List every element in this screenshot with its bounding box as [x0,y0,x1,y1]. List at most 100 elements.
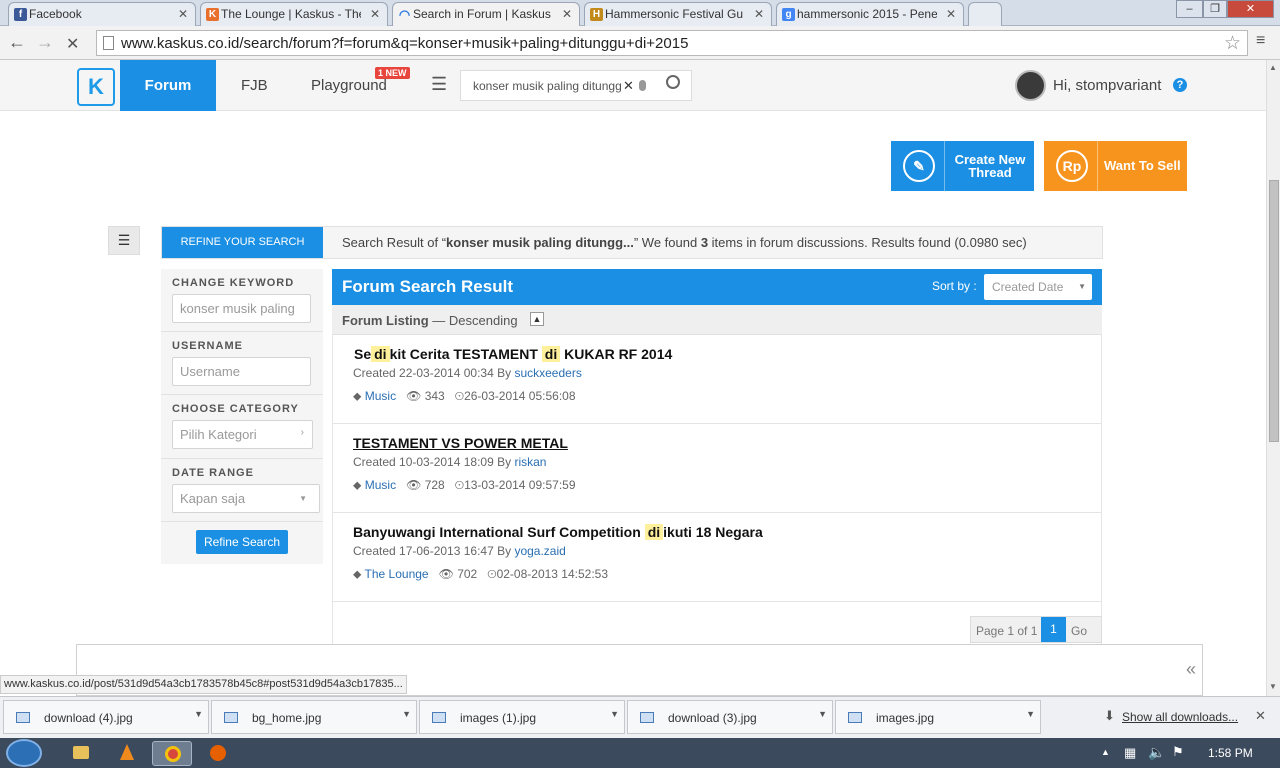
download-item[interactable]: bg_home.jpg ▼ [211,700,417,734]
author-link[interactable]: riskan [514,455,546,469]
new-tab-button[interactable] [968,2,1002,26]
show-all-downloads-link[interactable]: Show all downloads... [1122,710,1238,724]
chevron-down-icon[interactable]: ▼ [194,709,203,719]
bookmark-star-icon[interactable]: ☆ [1224,32,1241,55]
download-item[interactable]: download (4).jpg ▼ [3,700,209,734]
browser-tab-lounge[interactable]: K The Lounge | Kaskus - The ✕ [200,2,388,26]
refine-search-tab[interactable]: REFINE YOUR SEARCH [162,227,323,258]
clear-icon[interactable]: ✕ [623,78,634,94]
address-bar[interactable]: www.kaskus.co.id/search/forum?f=forum&q=… [96,30,1248,56]
download-item[interactable]: download (3).jpg ▼ [627,700,833,734]
collapse-icon[interactable]: « [1186,659,1196,680]
nav-forum[interactable]: Forum [120,60,216,111]
window-close-button[interactable]: ✕ [1227,0,1274,18]
chevron-down-icon[interactable]: ▼ [402,709,411,719]
network-icon[interactable]: ▦ [1124,745,1136,761]
listing-order: Forum Listing — Descending [342,313,518,328]
search-icon[interactable] [666,75,680,89]
author-link[interactable]: yoga.zaid [514,544,565,558]
image-file-icon [16,712,30,723]
list-item: TESTAMENT VS POWER METAL Created 10-03-2… [332,424,1102,513]
divider [161,521,323,522]
start-button-icon[interactable] [6,739,42,767]
list-item: Se di kit Cerita TESTAMENT di KUKAR RF 201… [332,335,1102,424]
forward-arrow-icon[interactable]: → [36,32,54,53]
thread-title-link[interactable]: Banyuwangi International Surf Competitio… [353,524,763,540]
tag-icon: ⬥ [353,389,362,403]
sort-select[interactable]: Created Date ▼ [984,274,1092,300]
chevron-down-icon[interactable]: ▼ [610,709,619,719]
thread-title-link[interactable]: Se di kit Cerita TESTAMENT di KUKAR RF 201… [354,346,672,362]
thread-title-link[interactable]: TESTAMENT VS POWER METAL [353,435,568,451]
nav-playground[interactable]: Playground [311,77,387,94]
close-icon[interactable]: ✕ [946,7,956,21]
help-icon[interactable]: ? [1173,78,1187,92]
browser-tab-facebook[interactable]: f Facebook ✕ [8,2,196,26]
nav-fjb[interactable]: FJB [241,77,268,94]
category-link[interactable]: Music [365,389,396,403]
tray-expand-icon[interactable]: ▲ [1101,747,1110,757]
keyword-label: CHANGE KEYWORD [172,277,295,289]
volume-icon[interactable]: 🔈 [1148,744,1165,761]
scrollbar-thumb[interactable] [1269,180,1279,442]
want-to-sell-button[interactable]: Rp Want To Sell [1044,141,1187,191]
pagination: Page 1 of 1 1 Go [970,616,1102,643]
browser-tab-google[interactable]: g hammersonic 2015 - Pene ✕ [776,2,964,26]
thread-meta: Created 22-03-2014 00:34 By suckxeeders [353,366,582,380]
category-select[interactable]: Pilih Kategori › [172,420,313,449]
back-arrow-icon[interactable]: ← [8,32,26,53]
thread-stats: ⬥ The Lounge 👁 702 ⊙02-08-2013 14:52:53 [353,567,609,581]
thread-stats: ⬥ Music 👁 343 ⊙26-03-2014 05:56:08 [353,389,576,403]
flag-icon[interactable]: ⚑ [1172,744,1184,760]
firefox-taskbar-icon[interactable] [198,741,238,766]
browser-tab-search[interactable]: ◠ Search in Forum | Kaskus - ✕ [392,2,580,26]
chevron-up-icon[interactable]: ▲ [530,312,544,326]
category-link[interactable]: Music [365,478,396,492]
stop-loading-icon[interactable]: ✕ [66,34,79,54]
list-menu-icon[interactable]: ☰ [431,74,447,95]
divider [161,331,323,332]
status-url: www.kaskus.co.id/post/531d9d54a3cb178357… [0,675,407,694]
vlc-taskbar-icon[interactable] [106,741,146,766]
list-item: Banyuwangi International Surf Competitio… [332,513,1102,602]
search-input[interactable]: konser musik paling ditungg ✕ [460,70,692,101]
explorer-taskbar-icon[interactable] [60,741,100,766]
author-link[interactable]: suckxeeders [514,366,581,380]
avatar[interactable] [1015,70,1046,101]
taskbar: ▲ ▦ 🔈 ⚑ 1:58 PM [0,738,1280,768]
user-greeting[interactable]: Hi, stompvariant [1053,77,1161,94]
create-thread-button[interactable]: ✎ Create New Thread [891,141,1034,191]
keyword-input[interactable]: konser musik paling [172,294,311,323]
sidebar-toggle-icon[interactable]: ☰ [108,226,140,255]
microphone-icon[interactable] [639,80,646,91]
close-icon[interactable]: ✕ [178,7,188,21]
clock[interactable]: 1:58 PM [1208,746,1253,760]
refine-sidebar: CHANGE KEYWORD konser musik paling USERN… [161,269,323,564]
close-icon[interactable]: ✕ [1255,708,1266,724]
page-1-button[interactable]: 1 [1041,617,1066,642]
close-icon[interactable]: ✕ [754,7,764,21]
google-icon: g [782,8,795,21]
maximize-button[interactable]: ❐ [1203,0,1227,18]
page-scrollbar[interactable]: ▲ ▼ [1266,60,1280,696]
clock-icon: ⊙ [487,567,497,581]
date-range-select[interactable]: Kapan saja ▼ [172,484,320,513]
category-link[interactable]: The Lounge [365,567,429,581]
minimize-button[interactable]: – [1176,0,1203,18]
go-button[interactable]: Go [1071,624,1087,638]
close-icon[interactable]: ✕ [370,7,380,21]
refine-search-button[interactable]: Refine Search [196,530,288,554]
thread-meta: Created 10-03-2014 18:09 By riskan [353,455,547,469]
kaskus-logo[interactable]: K [77,68,115,106]
downloads-bar: download (4).jpg ▼ bg_home.jpg ▼ images (1… [0,696,1280,738]
chevron-down-icon[interactable]: ▼ [1026,709,1035,719]
close-icon[interactable]: ✕ [562,7,572,21]
download-item[interactable]: images.jpg ▼ [835,700,1041,734]
download-item[interactable]: images (1).jpg ▼ [419,700,625,734]
menu-icon[interactable]: ≡ [1256,32,1265,50]
chevron-down-icon[interactable]: ▼ [818,709,827,719]
username-input[interactable]: Username [172,357,311,386]
browser-tab-hammersonic[interactable]: H Hammersonic Festival Gu ✕ [584,2,772,26]
chrome-taskbar-icon[interactable] [152,741,192,766]
hammersonic-icon: H [590,8,603,21]
